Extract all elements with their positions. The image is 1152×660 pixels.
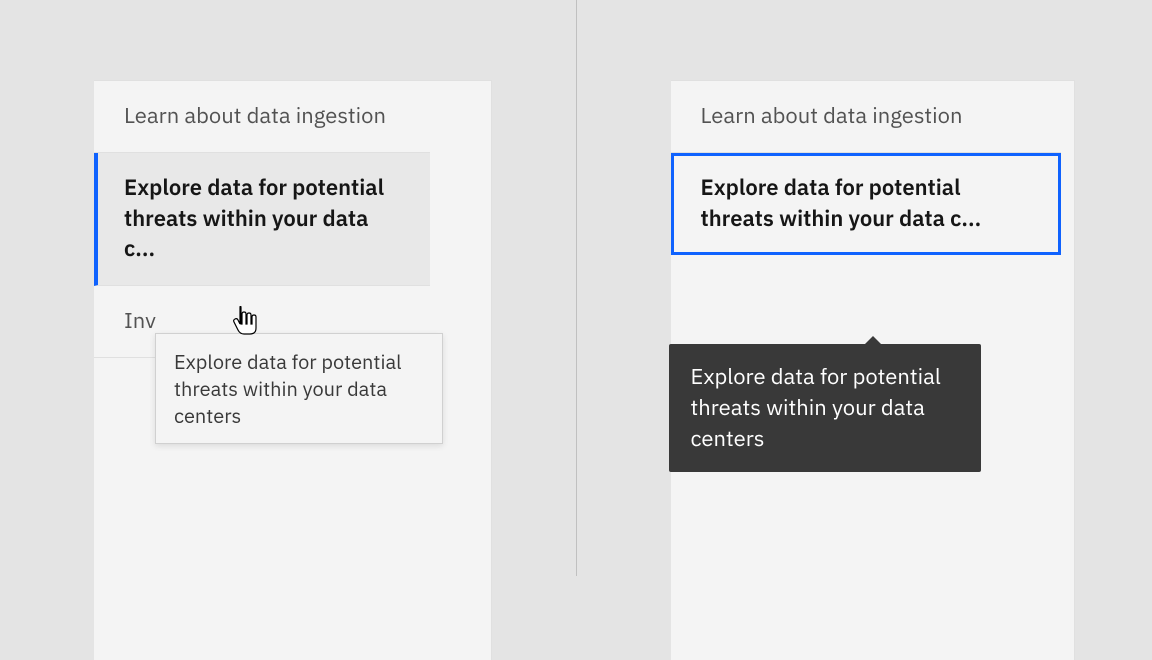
tooltip-carbon-component: Explore data for potential threats withi… xyxy=(669,344,981,472)
tooltip-browser-default: Explore data for potential threats withi… xyxy=(155,333,443,444)
left-example-panel: Learn about data ingestion Explore data … xyxy=(0,0,576,576)
list-item-explore-threats[interactable]: Explore data for potential threats withi… xyxy=(671,153,1061,256)
right-example-panel: Learn about data ingestion Explore data … xyxy=(577,0,1152,576)
list-item-explore-threats[interactable]: Explore data for potential threats withi… xyxy=(94,153,430,286)
list-item-learn-ingestion[interactable]: Learn about data ingestion xyxy=(94,81,430,153)
list-item-learn-ingestion[interactable]: Learn about data ingestion xyxy=(671,81,1061,153)
